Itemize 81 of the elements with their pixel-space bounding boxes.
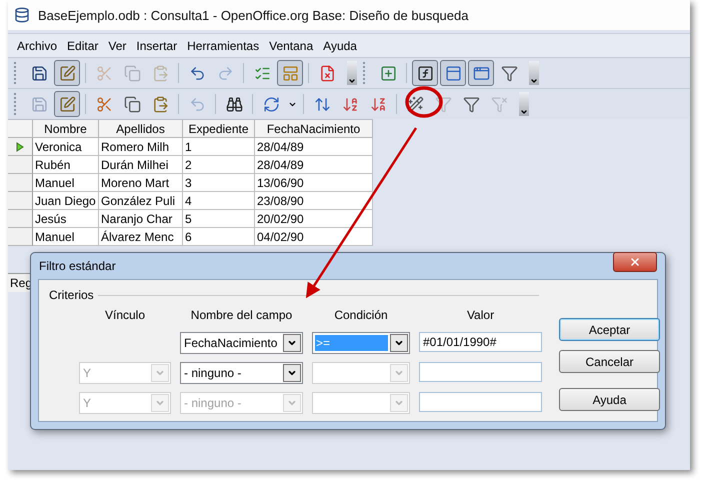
column-header[interactable]: FechaNacimiento bbox=[255, 120, 373, 138]
caret-icon bbox=[348, 77, 356, 85]
table-cell: Jesús bbox=[33, 210, 99, 228]
menu-item[interactable]: Ayuda bbox=[318, 38, 362, 52]
dropdown-field[interactable]: FechaNacimiento bbox=[180, 332, 303, 354]
caret-icon bbox=[287, 368, 297, 378]
caret-icon bbox=[155, 398, 165, 408]
dialog-button[interactable]: Cancelar bbox=[559, 350, 660, 373]
app-icon bbox=[14, 7, 30, 23]
caret-icon bbox=[287, 338, 297, 348]
row-header[interactable] bbox=[8, 174, 33, 192]
caret-icon bbox=[394, 338, 404, 348]
pencil-icon[interactable] bbox=[54, 91, 80, 117]
column-label: Valor bbox=[466, 308, 496, 324]
table-cell: Manuel bbox=[33, 174, 99, 192]
caret-icon bbox=[155, 368, 165, 378]
column-header[interactable]: Apellidos bbox=[99, 120, 183, 138]
value-field[interactable]: #01/01/1990# bbox=[419, 332, 542, 352]
caret-icon bbox=[394, 368, 404, 378]
table-cell: Rubén bbox=[33, 156, 99, 174]
design-view-icon[interactable] bbox=[277, 60, 303, 86]
row-header[interactable] bbox=[8, 192, 33, 210]
menu-item[interactable]: Ver bbox=[103, 38, 132, 52]
table-cell: Romero Milh bbox=[99, 138, 183, 156]
table-cell: 28/04/89 bbox=[255, 156, 373, 174]
menu-item[interactable]: Insertar bbox=[131, 38, 182, 52]
table-cell: 28/04/89 bbox=[255, 138, 373, 156]
toolbar-overflow-button[interactable] bbox=[347, 61, 357, 85]
table-cell: González Puli bbox=[99, 192, 183, 210]
column-label: Condición bbox=[333, 308, 389, 324]
toolbar-overflow-button[interactable] bbox=[519, 92, 529, 116]
pencil-icon[interactable] bbox=[54, 60, 80, 86]
table-cell: 1 bbox=[183, 138, 255, 156]
column-header[interactable]: Nombre bbox=[33, 120, 99, 138]
dialog-button[interactable]: Aceptar bbox=[559, 318, 660, 341]
table-cell: 20/02/90 bbox=[255, 210, 373, 228]
row-header[interactable] bbox=[8, 228, 33, 246]
row-header[interactable] bbox=[8, 210, 33, 228]
menu-item[interactable]: Archivo bbox=[12, 38, 62, 52]
value-field[interactable] bbox=[419, 392, 542, 412]
column-header[interactable]: Expediente bbox=[183, 120, 255, 138]
close-icon bbox=[629, 256, 641, 268]
window-title: BaseEjemplo.odb : Consulta1 - OpenOffice.org Base: Diseño de busqueda bbox=[38, 8, 468, 22]
dialog-button[interactable]: Ayuda bbox=[559, 388, 660, 411]
table-cell: 04/02/90 bbox=[255, 228, 373, 246]
column-label: Vínculo bbox=[104, 308, 146, 324]
current-row-icon bbox=[16, 142, 24, 152]
dialog-title: Filtro estándar bbox=[39, 259, 116, 273]
menu-item[interactable]: Ventana bbox=[264, 38, 318, 52]
table-cell: 3 bbox=[183, 174, 255, 192]
table-cell: Álvarez Menc bbox=[99, 228, 183, 246]
table-cell: 23/08/90 bbox=[255, 192, 373, 210]
table-cell: 2 bbox=[183, 156, 255, 174]
window-icon[interactable] bbox=[468, 60, 494, 86]
menu-item[interactable]: Editar bbox=[62, 38, 104, 52]
group-label: Criterios bbox=[49, 288, 94, 302]
caret-icon bbox=[530, 77, 538, 85]
table-cell: Moreno Mart bbox=[99, 174, 183, 192]
dropdown-field[interactable]: - ninguno - bbox=[180, 362, 303, 384]
toolbar-overflow-button[interactable] bbox=[529, 61, 539, 85]
close-button[interactable] bbox=[613, 252, 657, 272]
table-cell: 5 bbox=[183, 210, 255, 228]
table-cell: 13/06/90 bbox=[255, 174, 373, 192]
highlight-circle bbox=[405, 86, 443, 118]
caret-icon bbox=[520, 108, 528, 116]
caret-icon bbox=[287, 398, 297, 408]
row-header[interactable] bbox=[8, 156, 33, 174]
table-cell: Naranjo Char bbox=[99, 210, 183, 228]
function-icon[interactable] bbox=[412, 60, 438, 86]
column-label: Nombre del campo bbox=[190, 308, 294, 324]
caret-icon bbox=[394, 398, 404, 408]
menu-item[interactable]: Herramientas bbox=[182, 38, 264, 52]
window-icon[interactable] bbox=[440, 60, 466, 86]
row-header[interactable] bbox=[8, 138, 33, 156]
value-field[interactable] bbox=[419, 362, 542, 382]
table-cell: Veronica bbox=[33, 138, 99, 156]
table-cell: 6 bbox=[183, 228, 255, 246]
table-cell: Manuel bbox=[33, 228, 99, 246]
table-cell: 4 bbox=[183, 192, 255, 210]
table-cell: Juan Diego bbox=[33, 192, 99, 210]
table-cell: Durán Milhei bbox=[99, 156, 183, 174]
